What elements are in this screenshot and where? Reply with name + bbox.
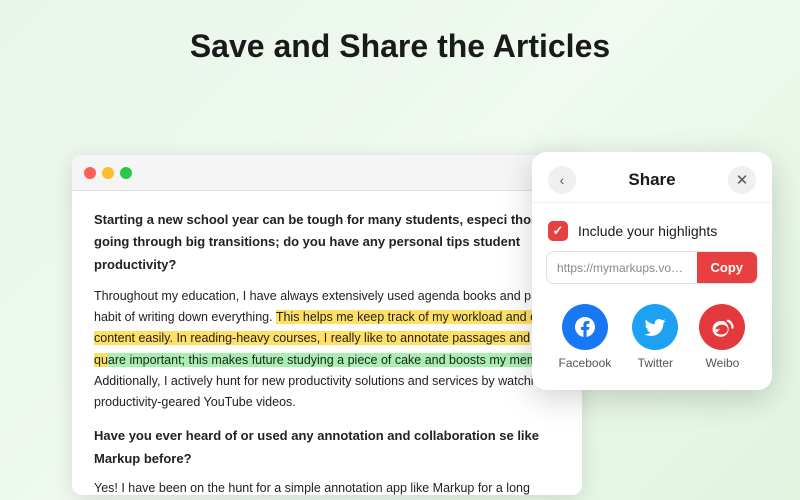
weibo-label: Weibo [706, 356, 740, 370]
article-heading1: Starting a new school year can be tough … [94, 212, 546, 272]
browser-content: Starting a new school year can be tough … [72, 191, 582, 495]
dot-green [120, 167, 132, 179]
share-panel: ‹ Share ✕ Include your highlights https:… [532, 152, 772, 390]
share-close-button[interactable]: ✕ [728, 166, 756, 194]
article-para2-post: Additionally, I actively hunt for new pr… [94, 374, 534, 409]
facebook-icon [562, 304, 608, 350]
share-panel-header: ‹ Share ✕ [532, 152, 772, 202]
article-heading2: Have you ever heard of or used any annot… [94, 428, 539, 465]
url-copy-row: https://mymarkups.vox.com/the- Copy [546, 251, 758, 284]
share-url: https://mymarkups.vox.com/the- [547, 253, 697, 283]
social-item-weibo[interactable]: Weibo [699, 304, 745, 370]
dot-yellow [102, 167, 114, 179]
social-item-twitter[interactable]: Twitter [632, 304, 678, 370]
share-back-button[interactable]: ‹ [548, 166, 576, 194]
article-para4: Yes! I have been on the hunt for a simpl… [94, 481, 548, 495]
highlights-label: Include your highlights [578, 223, 717, 239]
share-divider [532, 202, 772, 203]
share-highlights-row: Include your highlights [532, 213, 772, 251]
article-highlight-green: are important; this makes future studyin… [108, 353, 555, 367]
social-item-facebook[interactable]: Facebook [559, 304, 612, 370]
include-highlights-checkbox[interactable] [548, 221, 568, 241]
facebook-label: Facebook [559, 356, 612, 370]
social-row: Facebook Twitter Weibo [532, 298, 772, 390]
twitter-icon [632, 304, 678, 350]
browser-toolbar [72, 155, 582, 191]
copy-button[interactable]: Copy [697, 252, 758, 283]
weibo-icon [699, 304, 745, 350]
share-title: Share [576, 170, 728, 190]
page-title: Save and Share the Articles [0, 0, 800, 85]
twitter-label: Twitter [638, 356, 673, 370]
dot-red [84, 167, 96, 179]
browser-window: Starting a new school year can be tough … [72, 155, 582, 495]
